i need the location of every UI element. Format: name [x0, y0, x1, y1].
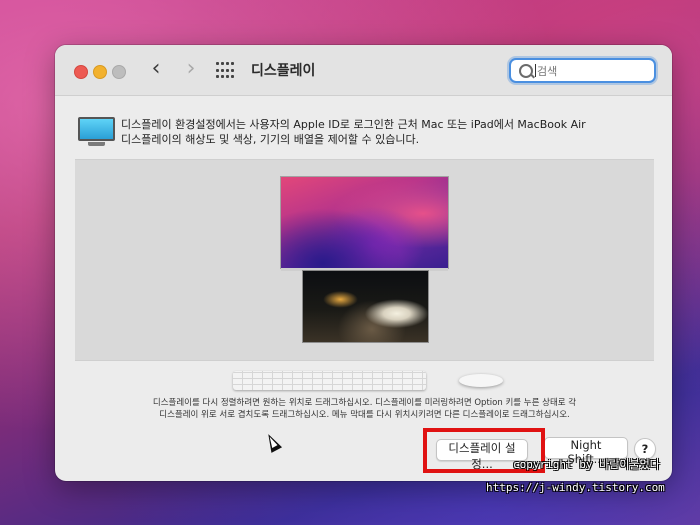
hint-line-2: 디스플레이 위로 서로 겹치도록 드래그하십시오. 메뉴 막대를 다시 위치시키… — [159, 410, 570, 420]
system-preferences-window: ‹ › 디스플레이 디스플레이 환경설정에서는 사용자의 Apple ID로 로… — [55, 45, 672, 481]
forward-button[interactable]: › — [179, 58, 203, 82]
title-bar: ‹ › 디스플레이 — [55, 45, 672, 96]
info-description: 디스플레이 환경설정에서는 사용자의 Apple ID로 로그인한 근처 Mac… — [121, 117, 661, 147]
close-button[interactable] — [74, 65, 88, 79]
main-display-thumbnail[interactable] — [281, 177, 448, 268]
keyboard-icon — [233, 371, 426, 390]
window-title: 디스플레이 — [251, 63, 316, 79]
watermark-copyright: copyright by 바람이불었다 — [513, 458, 660, 471]
info-line-1: 디스플레이 환경설정에서는 사용자의 Apple ID로 로그인한 근처 Mac… — [121, 118, 586, 131]
search-icon — [519, 64, 533, 78]
watermark-url: https://j-windy.tistory.com — [486, 481, 665, 494]
info-line-2: 디스플레이의 해상도 및 색상, 기기의 배열을 제어할 수 있습니다. — [121, 133, 420, 146]
ipad-display-thumbnail[interactable] — [303, 271, 428, 342]
zoom-button[interactable] — [112, 65, 126, 79]
show-all-grid-icon[interactable] — [216, 62, 234, 80]
text-caret — [535, 64, 536, 77]
hint-line-1: 디스플레이를 다시 정렬하려면 원하는 위치로 드래그하십시오. 디스플레이를 … — [152, 398, 577, 408]
mouse-icon — [459, 374, 503, 387]
minimize-button[interactable] — [93, 65, 107, 79]
display-arrangement-area — [75, 159, 654, 361]
display-icon — [78, 117, 115, 146]
search-input[interactable] — [535, 62, 649, 81]
arrangement-hint: 디스플레이를 다시 정렬하려면 원하는 위치로 드래그하십시오. 디스플레이를 … — [75, 397, 654, 421]
back-button[interactable]: ‹ — [144, 58, 168, 82]
search-field[interactable] — [509, 58, 656, 83]
